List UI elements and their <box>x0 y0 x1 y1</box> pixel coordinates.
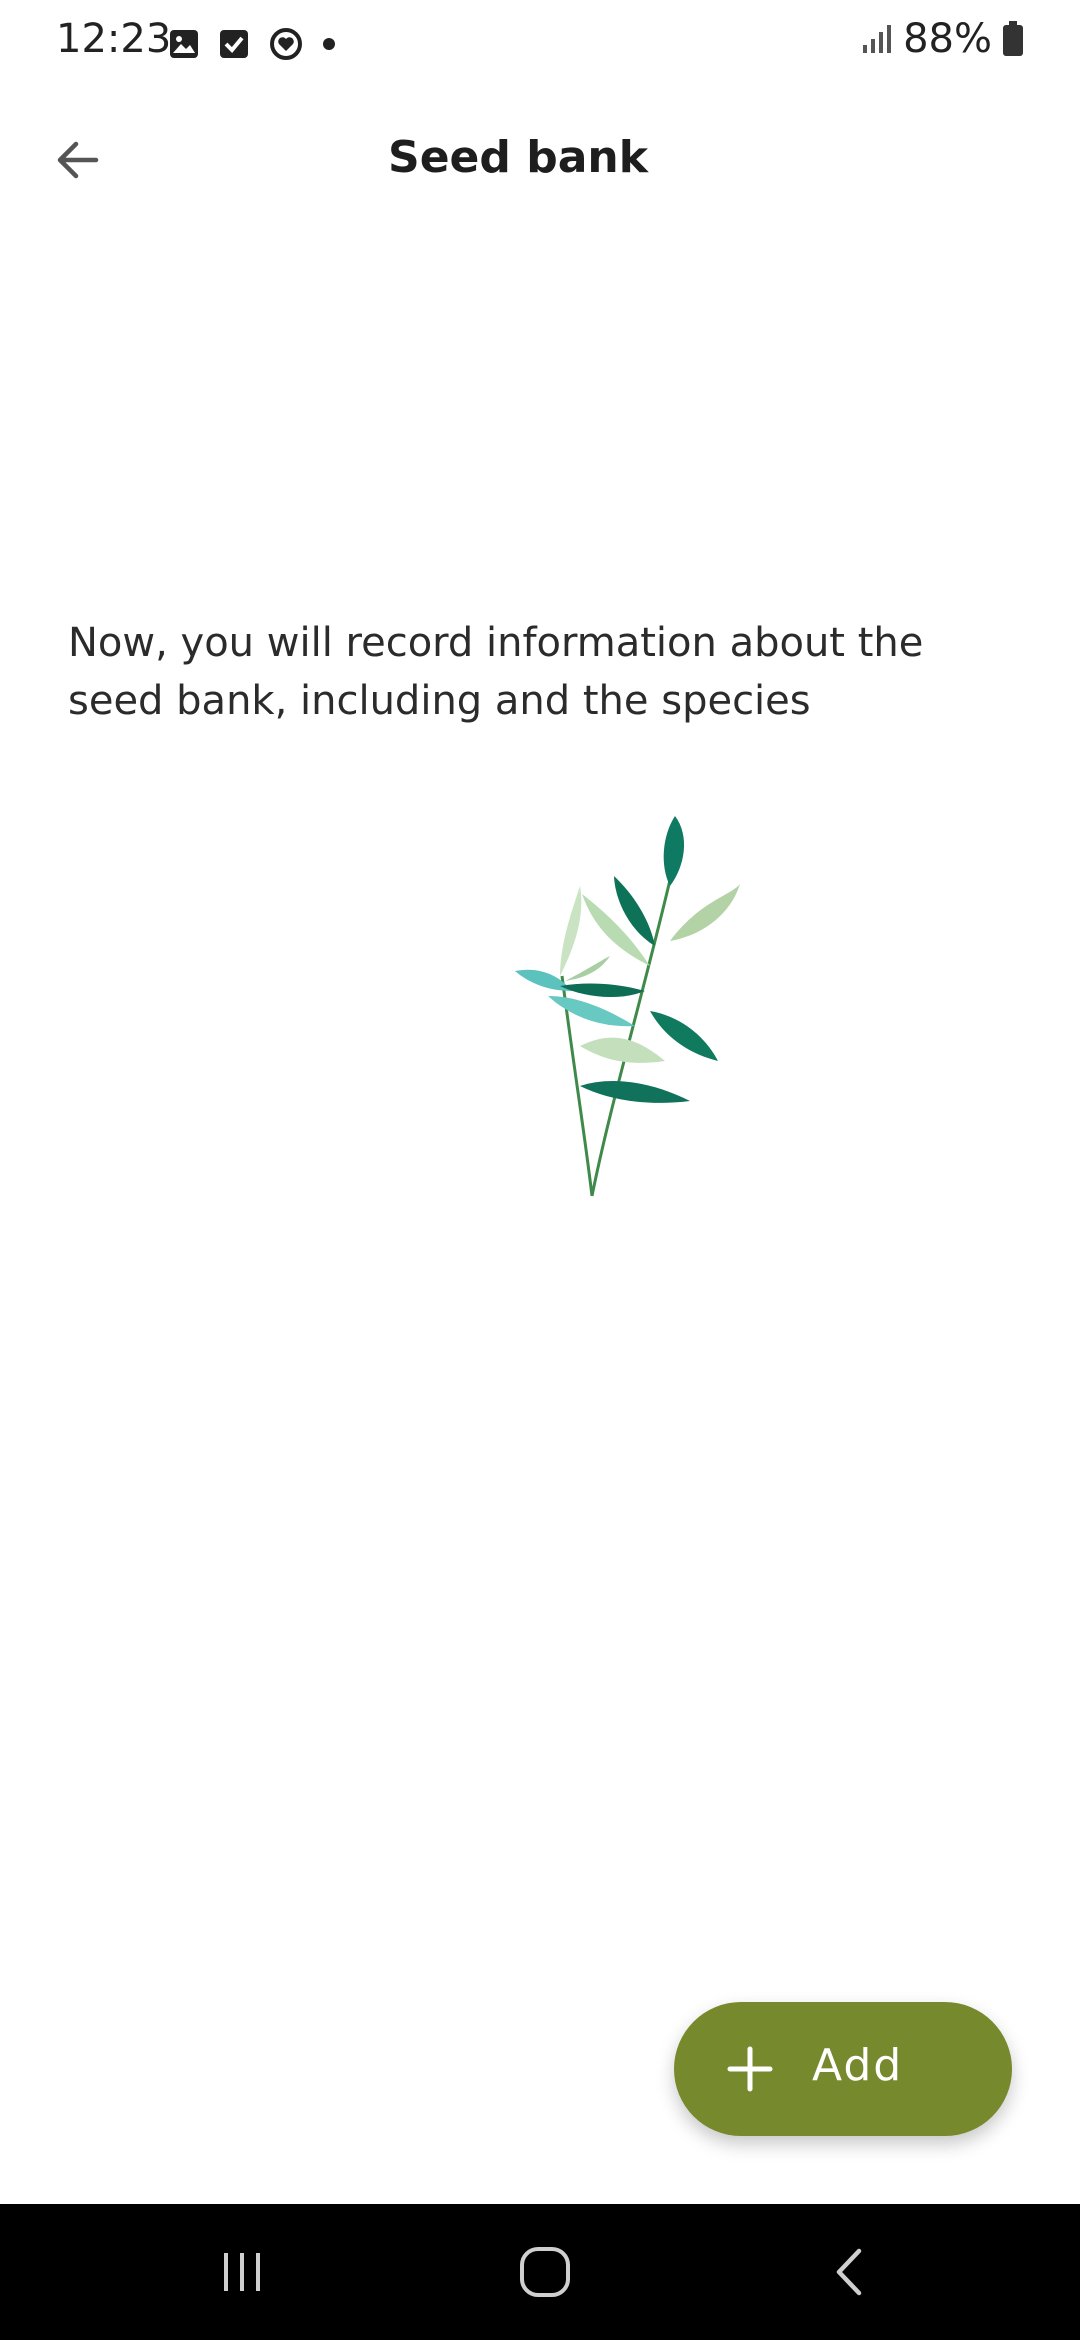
intro-text: Now, you will record information about t… <box>68 620 924 724</box>
checkbox-icon <box>220 30 248 58</box>
nav-back-button[interactable] <box>800 2232 900 2312</box>
plus-icon <box>727 2046 773 2092</box>
battery-icon <box>1003 21 1023 56</box>
page-title: Seed bank <box>388 132 648 183</box>
dot-icon <box>323 38 335 50</box>
status-bar: 12:23 88% <box>0 0 1080 86</box>
recent-apps-icon <box>224 2253 260 2291</box>
add-button[interactable]: Add <box>674 2002 1012 2136</box>
system-nav-bar <box>0 2204 1080 2340</box>
status-time: 12:23 <box>56 16 172 62</box>
notification-icons <box>168 24 336 64</box>
signal-icon <box>863 25 892 53</box>
image-icon <box>170 30 198 58</box>
add-button-label: Add <box>812 2040 904 2091</box>
recent-apps-button[interactable] <box>192 2232 292 2312</box>
status-right: 88% <box>861 16 1024 62</box>
home-icon <box>520 2247 570 2297</box>
battery-percent: 88% <box>903 16 992 62</box>
back-icon <box>836 2248 862 2296</box>
seed-bank-screen: 12:23 88% Seed bank Now, you will record… <box>0 0 1080 2340</box>
home-button[interactable] <box>495 2232 595 2312</box>
heart-circle-icon <box>270 28 302 60</box>
app-bar: Seed bank <box>0 100 1080 220</box>
leafy-branch-illustration <box>515 816 740 1197</box>
